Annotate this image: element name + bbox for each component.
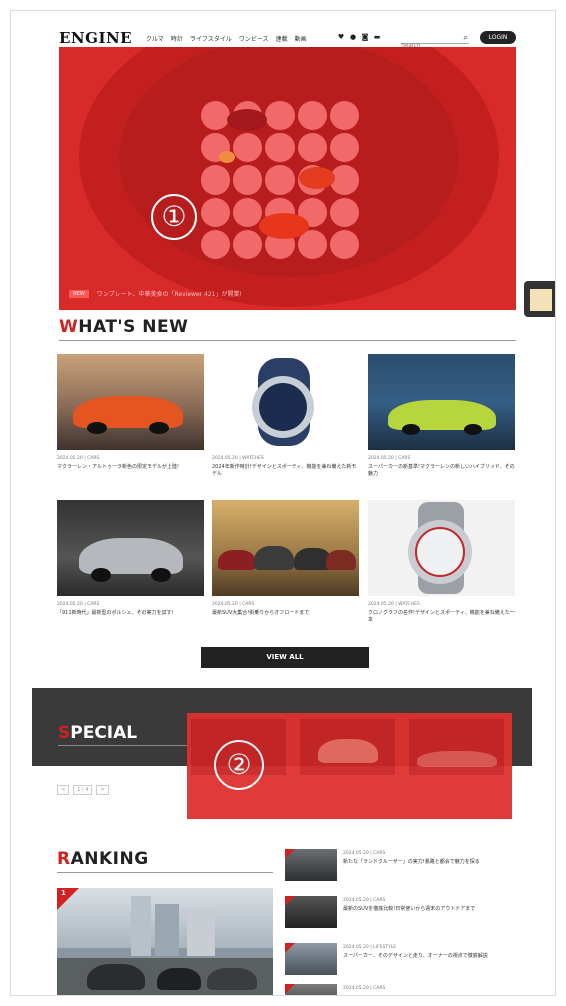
ranking-item-meta: 2024.05.20 | LIFESTYLE [343,945,397,950]
pager-next-button[interactable]: > [96,785,109,795]
news-card[interactable]: 2024.05.20 | CARS 最新SUV大集合!街乗りからオフロードまで [212,500,359,617]
news-card[interactable]: 2024.05.20 | WATCHES クロノグラフの名作!デザインとスポーテ… [368,500,515,624]
nav-item-cars[interactable]: クルマ [146,34,164,43]
news-card-meta: 2024.05.20 | WATCHES [212,456,264,461]
instagram-icon[interactable]: ◙ [361,33,369,41]
special-slide[interactable] [405,715,508,819]
news-card-title[interactable]: 最新SUV大集合!街乗りからオフロードまで [212,610,359,617]
news-card-meta: 2024.05.20 | CARS [212,602,255,607]
hero-tag: NEW [69,289,89,298]
ranking-item[interactable]: 2024.05.20 | CARS [285,984,517,995]
special-pager: < 1 / 4 > [57,785,109,795]
ranking-title: RANKING [57,849,149,869]
news-card[interactable]: 2024.05.20 | CARS 「911新時代」最新型のポルシェ、その実力を… [57,500,204,617]
annotation-badge-2: ② [214,740,264,790]
news-card-meta: 2024.05.20 | CARS [57,456,100,461]
youtube-icon[interactable]: ▬ [373,33,381,41]
ranking-item-title[interactable]: 新たな「ランドクルーザー」の実力!悪路と都会で魅力を探る [343,859,513,866]
ranking-item[interactable]: 2024.05.20 | CARS 最新のSUVを徹底比較!日常使いから週末のア… [285,896,517,930]
view-all-button[interactable]: VIEW ALL [201,647,369,668]
ranking-item-title[interactable]: スーパーカー、そのデザインと走り、オーナーの視点で徹底解説 [343,953,513,960]
news-card[interactable]: 2024.05.20 | CARS スーパーカーの新基準!マクラーレンの新しいハ… [368,354,515,478]
nav-item-series[interactable]: 連載 [276,34,288,43]
ranking-item[interactable]: 2024.05.20 | CARS 新たな「ランドクルーザー」の実力!悪路と都会… [285,849,517,883]
news-card-title[interactable]: スーパーカーの新基準!マクラーレンの新しいハイブリッド、その魅力 [368,464,515,478]
site-logo[interactable]: ENGINE [59,29,132,47]
social-links: ♥ ● ◙ ▬ [337,33,381,41]
news-card-meta: 2024.05.20 | WATCHES [368,602,420,607]
special-title: SPECIAL [58,723,138,743]
news-card-title[interactable]: 「911新時代」最新型のポルシェ、その実力を試す! [57,610,204,617]
whats-new-rule [59,340,516,341]
login-button[interactable]: LOGIN [480,31,516,44]
search-icon[interactable]: ⌕ [464,33,468,43]
news-card[interactable]: 2024.05.20 | WATCHES 2024年新作時計!デザインとスポーテ… [212,354,359,478]
pager-status: 1 / 4 [73,785,93,795]
news-card-meta: 2024.05.20 | CARS [368,456,411,461]
ranking-item[interactable]: 2024.05.20 | LIFESTYLE スーパーカー、そのデザインと走り、… [285,943,517,977]
facebook-icon[interactable]: ● [349,33,357,41]
nav-item-lifestyle[interactable]: ライフスタイル [190,34,232,43]
special-slide[interactable] [296,715,399,819]
main-nav: クルマ 時計 ライフスタイル ワンピース 連載 動画 [146,34,307,43]
whats-new-title: WHAT'S NEW [59,317,189,337]
annotation-badge-1: ① [151,194,197,240]
rank-number: 1 [61,889,66,897]
ranking-main-item[interactable]: 1 [57,888,273,995]
hero-banner[interactable]: ① NEW ワンプレート、中華美食の「Reviewer 421」が開業! [59,47,516,310]
site-header: ENGINE クルマ 時計 ライフスタイル ワンピース 連載 動画 ♥ ● ◙ … [11,29,555,52]
ranking-rule [57,872,273,873]
ranking-item-title[interactable]: 最新のSUVを徹底比較!日常使いから週末のアウトドアまで [343,906,513,913]
news-card-title[interactable]: マクラーレン・アルトゥーラ新色の限定モデルが上陸! [57,464,204,471]
hero-caption: NEW ワンプレート、中華美食の「Reviewer 421」が開業! [69,289,242,298]
pager-prev-button[interactable]: < [57,785,70,795]
ranking-item-meta: 2024.05.20 | CARS [343,851,386,856]
page-frame: ENGINE クルマ 時計 ライフスタイル ワンピース 連載 動画 ♥ ● ◙ … [10,10,556,996]
ranking-item-meta: 2024.05.20 | CARS [343,986,386,991]
special-rule [58,745,188,746]
nav-item-onepiece[interactable]: ワンピース [239,34,269,43]
search-box: ⌕ [401,32,469,52]
special-carousel[interactable]: ② [187,713,512,819]
side-floating-thumb[interactable] [524,281,555,317]
news-card-meta: 2024.05.20 | CARS [57,602,100,607]
nav-item-watches[interactable]: 時計 [171,34,183,43]
twitter-icon[interactable]: ♥ [337,33,345,41]
news-card-title[interactable]: クロノグラフの名作!デザインとスポーティ、機能を兼ね備えた一本 [368,610,515,624]
news-card[interactable]: 2024.05.20 | CARS マクラーレン・アルトゥーラ新色の限定モデルが… [57,354,204,471]
nav-item-video[interactable]: 動画 [295,34,307,43]
hero-caption-text[interactable]: ワンプレート、中華美食の「Reviewer 421」が開業! [97,289,242,298]
ranking-item-meta: 2024.05.20 | CARS [343,898,386,903]
news-card-title[interactable]: 2024年新作時計!デザインとスポーティ、機能を兼ね備えた新モデル [212,464,359,478]
